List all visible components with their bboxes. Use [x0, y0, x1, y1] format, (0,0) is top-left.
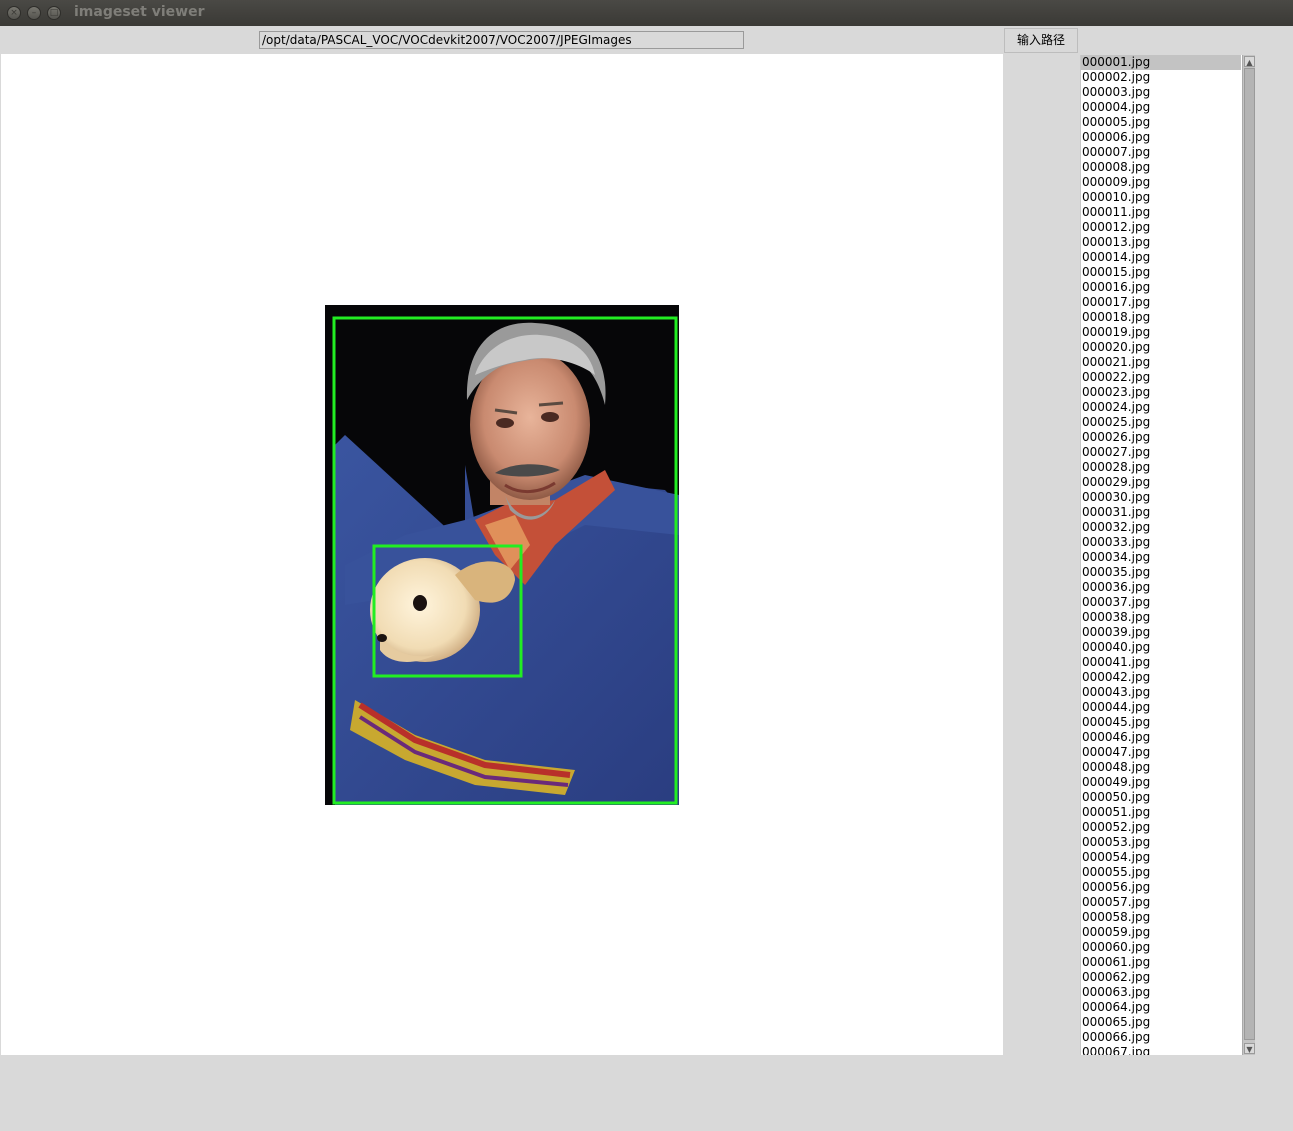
- file-list-item[interactable]: 000049.jpg: [1081, 775, 1242, 790]
- file-list-item[interactable]: 000041.jpg: [1081, 655, 1242, 670]
- title-bar: × – □ imageset viewer: [0, 0, 1293, 26]
- file-list-item[interactable]: 000056.jpg: [1081, 880, 1242, 895]
- file-list-item[interactable]: 000039.jpg: [1081, 625, 1242, 640]
- file-list-item[interactable]: 000018.jpg: [1081, 310, 1242, 325]
- file-list-item[interactable]: 000004.jpg: [1081, 100, 1242, 115]
- file-list-item[interactable]: 000038.jpg: [1081, 610, 1242, 625]
- file-list-item[interactable]: 000001.jpg: [1081, 55, 1241, 70]
- file-list-item[interactable]: 000027.jpg: [1081, 445, 1242, 460]
- file-list-item[interactable]: 000031.jpg: [1081, 505, 1242, 520]
- file-list-item[interactable]: 000021.jpg: [1081, 355, 1242, 370]
- file-list-item[interactable]: 000012.jpg: [1081, 220, 1242, 235]
- file-list-item[interactable]: 000053.jpg: [1081, 835, 1242, 850]
- file-list-item[interactable]: 000006.jpg: [1081, 130, 1242, 145]
- file-list-item[interactable]: 000035.jpg: [1081, 565, 1242, 580]
- file-list-item[interactable]: 000061.jpg: [1081, 955, 1242, 970]
- photo-illustration: [325, 305, 679, 805]
- file-list-item[interactable]: 000063.jpg: [1081, 985, 1242, 1000]
- file-list-item[interactable]: 000011.jpg: [1081, 205, 1242, 220]
- file-list-item[interactable]: 000059.jpg: [1081, 925, 1242, 940]
- file-list-item[interactable]: 000062.jpg: [1081, 970, 1242, 985]
- file-list-item[interactable]: 000036.jpg: [1081, 580, 1242, 595]
- file-list-item[interactable]: 000045.jpg: [1081, 715, 1242, 730]
- window-minimize-icon[interactable]: –: [27, 6, 41, 20]
- file-list-item[interactable]: 000042.jpg: [1081, 670, 1242, 685]
- file-list-item[interactable]: 000050.jpg: [1081, 790, 1242, 805]
- file-list-item[interactable]: 000066.jpg: [1081, 1030, 1242, 1045]
- file-list-item[interactable]: 000020.jpg: [1081, 340, 1242, 355]
- window-close-icon[interactable]: ×: [7, 6, 21, 20]
- input-path-button[interactable]: 输入路径: [1004, 28, 1078, 53]
- displayed-image: [325, 305, 679, 805]
- file-list-item[interactable]: 000028.jpg: [1081, 460, 1242, 475]
- scroll-up-icon[interactable]: ▲: [1244, 56, 1255, 67]
- file-list-item[interactable]: 000017.jpg: [1081, 295, 1242, 310]
- file-list-item[interactable]: 000067.jpg: [1081, 1045, 1242, 1055]
- file-list-item[interactable]: 000005.jpg: [1081, 115, 1242, 130]
- file-list-item[interactable]: 000043.jpg: [1081, 685, 1242, 700]
- file-list-item[interactable]: 000037.jpg: [1081, 595, 1242, 610]
- file-listbox[interactable]: 000001.jpg 000002.jpg 000003.jpg 000004.jpg…: [1080, 55, 1242, 1055]
- file-list-item[interactable]: 000033.jpg: [1081, 535, 1242, 550]
- file-list-item[interactable]: 000048.jpg: [1081, 760, 1242, 775]
- file-list-item[interactable]: 000019.jpg: [1081, 325, 1242, 340]
- file-list-item[interactable]: 000060.jpg: [1081, 940, 1242, 955]
- file-list-item[interactable]: 000014.jpg: [1081, 250, 1242, 265]
- file-list-item[interactable]: 000032.jpg: [1081, 520, 1242, 535]
- file-list-item[interactable]: 000015.jpg: [1081, 265, 1242, 280]
- file-list-item[interactable]: 000052.jpg: [1081, 820, 1242, 835]
- scroll-down-icon[interactable]: ▼: [1244, 1043, 1255, 1054]
- file-list-item[interactable]: 000055.jpg: [1081, 865, 1242, 880]
- window-title: imageset viewer: [74, 4, 205, 20]
- image-canvas: [1, 54, 1003, 1055]
- file-list-item[interactable]: 000023.jpg: [1081, 385, 1242, 400]
- file-list-item[interactable]: 000029.jpg: [1081, 475, 1242, 490]
- file-list-item[interactable]: 000002.jpg: [1081, 70, 1242, 85]
- file-list-item[interactable]: 000047.jpg: [1081, 745, 1242, 760]
- file-list-item[interactable]: 000051.jpg: [1081, 805, 1242, 820]
- file-list-item[interactable]: 000016.jpg: [1081, 280, 1242, 295]
- path-input[interactable]: [259, 31, 744, 49]
- file-list-item[interactable]: 000057.jpg: [1081, 895, 1242, 910]
- file-list-item[interactable]: 000024.jpg: [1081, 400, 1242, 415]
- file-list-item[interactable]: 000008.jpg: [1081, 160, 1242, 175]
- file-list-item[interactable]: 000040.jpg: [1081, 640, 1242, 655]
- scroll-thumb[interactable]: [1244, 68, 1255, 1040]
- file-list-item[interactable]: 000058.jpg: [1081, 910, 1242, 925]
- file-list-item[interactable]: 000007.jpg: [1081, 145, 1242, 160]
- file-list-item[interactable]: 000034.jpg: [1081, 550, 1242, 565]
- file-list-item[interactable]: 000009.jpg: [1081, 175, 1242, 190]
- file-list-item[interactable]: 000003.jpg: [1081, 85, 1242, 100]
- file-list-item[interactable]: 000026.jpg: [1081, 430, 1242, 445]
- file-list-item[interactable]: 000054.jpg: [1081, 850, 1242, 865]
- file-list-item[interactable]: 000044.jpg: [1081, 700, 1242, 715]
- file-list-item[interactable]: 000025.jpg: [1081, 415, 1242, 430]
- file-list-item[interactable]: 000046.jpg: [1081, 730, 1242, 745]
- file-list-item[interactable]: 000030.jpg: [1081, 490, 1242, 505]
- file-list-item[interactable]: 000064.jpg: [1081, 1000, 1242, 1015]
- window-maximize-icon[interactable]: □: [47, 6, 61, 20]
- file-list-scrollbar[interactable]: ▲ ▼: [1242, 55, 1255, 1055]
- file-list-item[interactable]: 000065.jpg: [1081, 1015, 1242, 1030]
- file-list-item[interactable]: 000010.jpg: [1081, 190, 1242, 205]
- file-list-item[interactable]: 000022.jpg: [1081, 370, 1242, 385]
- file-list-item[interactable]: 000013.jpg: [1081, 235, 1242, 250]
